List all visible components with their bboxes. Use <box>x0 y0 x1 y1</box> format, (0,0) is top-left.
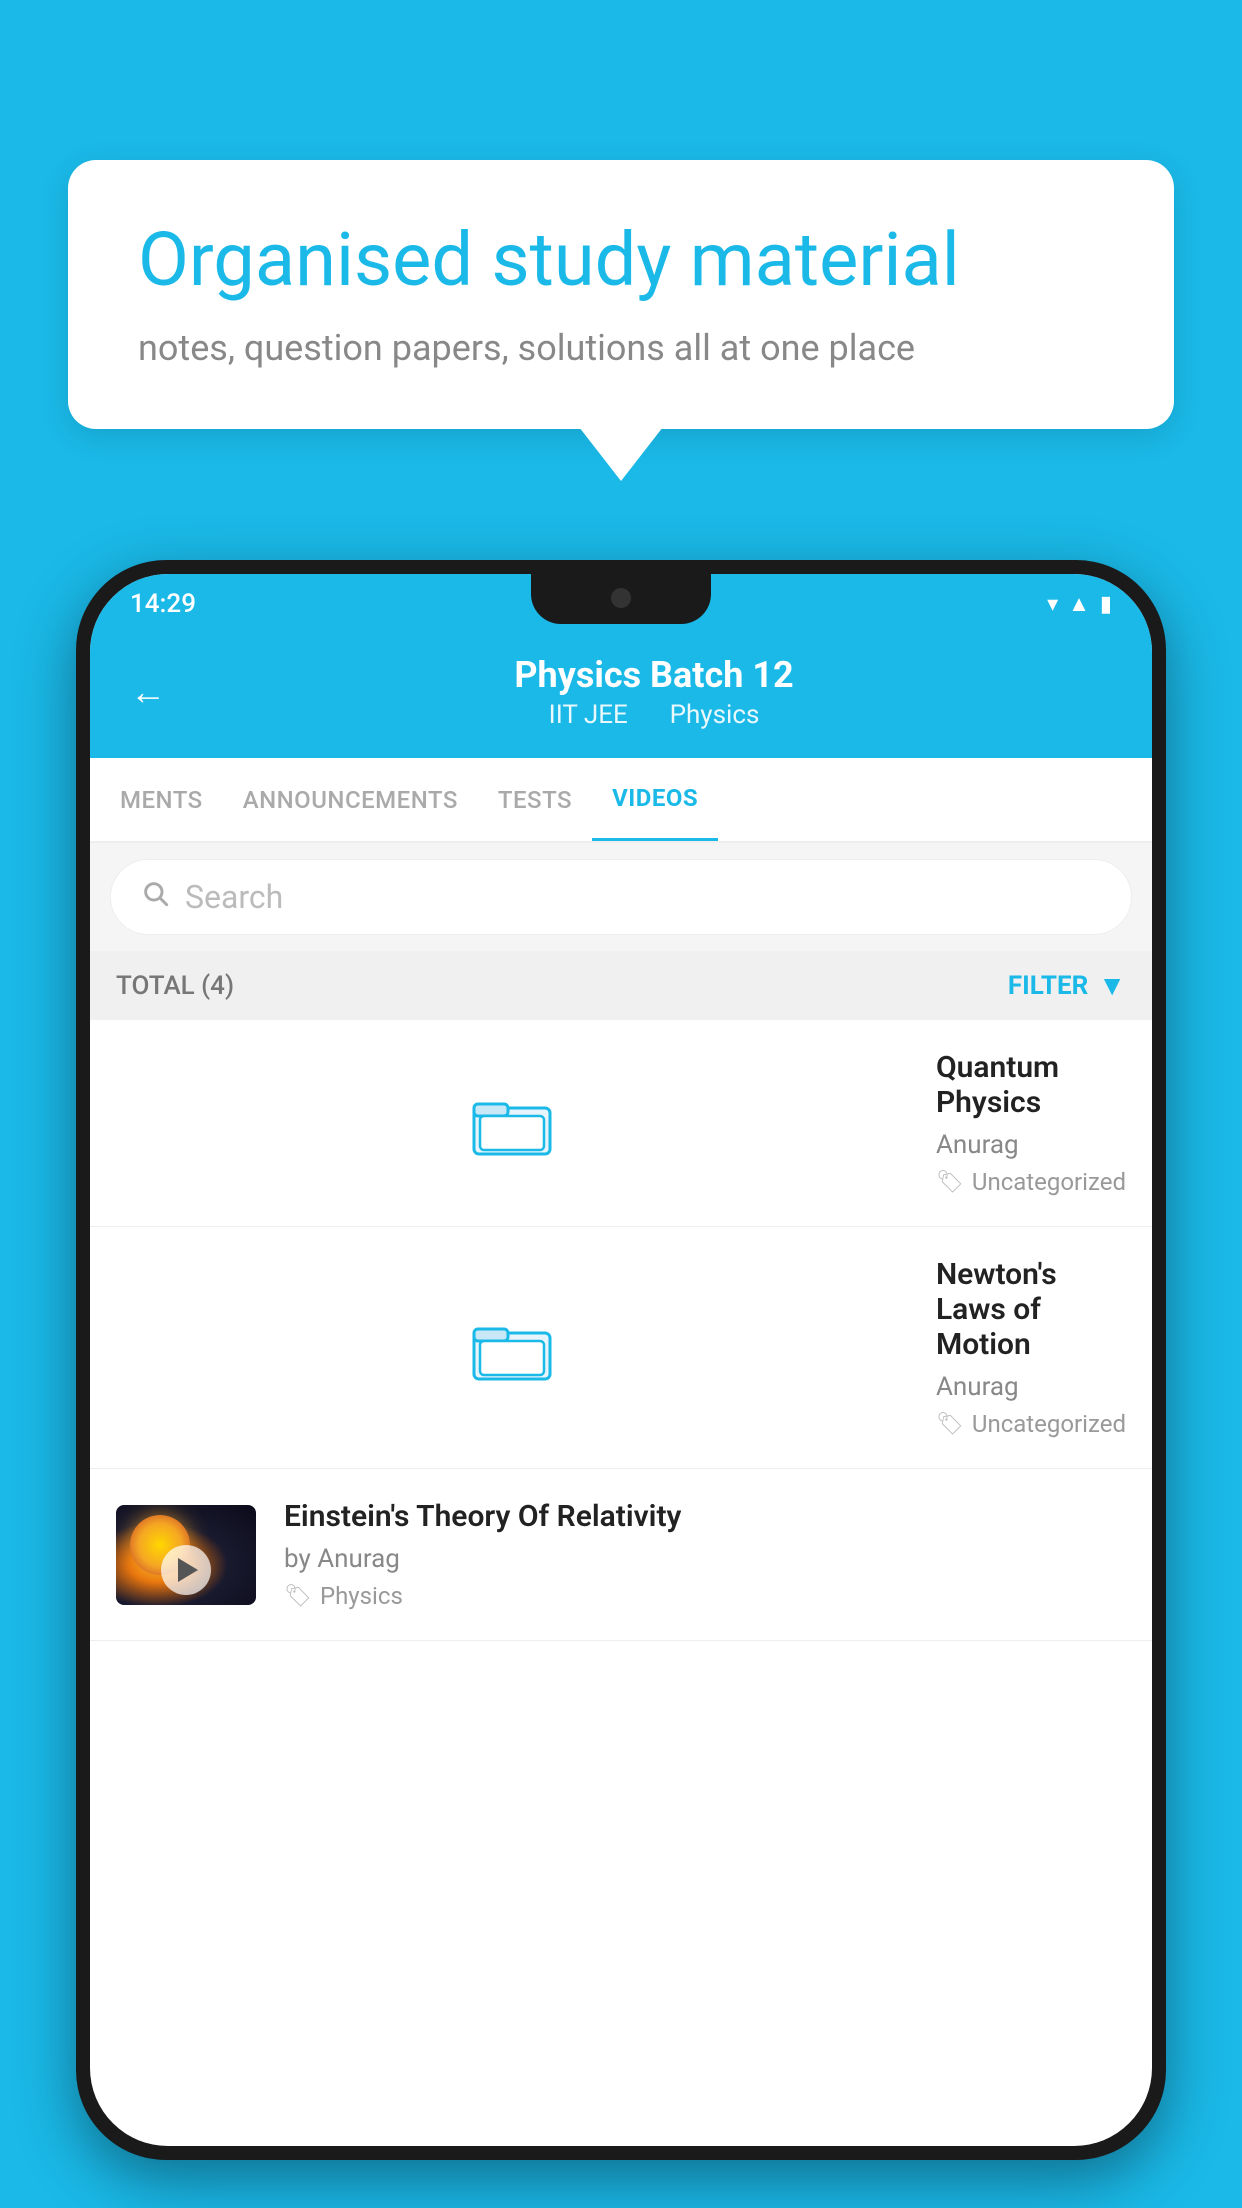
list-item[interactable]: Quantum Physics Anurag 🏷 Uncategorized <box>90 1020 1152 1227</box>
filter-button[interactable]: FILTER ▼ <box>1008 969 1126 1002</box>
tag-label-2: Uncategorized <box>972 1410 1126 1438</box>
back-button[interactable]: ← <box>130 671 166 713</box>
battery-icon: ▮ <box>1100 592 1112 617</box>
wifi-icon: ▾ <box>1047 592 1058 617</box>
tag-icon-3: 🏷 <box>284 1584 312 1609</box>
tag-icon-1: 🏷 <box>936 1170 964 1195</box>
bubble-title: Organised study material <box>138 220 1104 301</box>
tag-icon-2: 🏷 <box>936 1412 964 1437</box>
header-title: Physics Batch 12 <box>196 654 1112 696</box>
list-item[interactable]: Einstein's Theory Of Relativity by Anura… <box>90 1469 1152 1641</box>
filter-label: FILTER <box>1008 971 1088 1001</box>
status-bar: 14:29 ▾ ▲ ▮ <box>90 574 1152 634</box>
video-author-2: Anurag <box>936 1372 1126 1402</box>
video-thumbnail-1 <box>116 1083 908 1163</box>
status-time: 14:29 <box>130 589 196 619</box>
video-thumbnail-2 <box>116 1308 908 1388</box>
filter-icon: ▼ <box>1098 969 1126 1002</box>
header-subtitle: IIT JEE Physics <box>196 700 1112 730</box>
speech-bubble: Organised study material notes, question… <box>68 160 1174 429</box>
tab-tests[interactable]: TESTS <box>478 760 592 840</box>
filter-bar: TOTAL (4) FILTER ▼ <box>90 951 1152 1020</box>
search-placeholder: Search <box>185 878 283 916</box>
signal-icon: ▲ <box>1068 591 1090 617</box>
total-count: TOTAL (4) <box>116 971 234 1001</box>
header-iit: IIT JEE <box>549 700 628 730</box>
video-title-1: Quantum Physics <box>936 1050 1126 1120</box>
bubble-subtitle: notes, question papers, solutions all at… <box>138 327 1104 369</box>
video-info-3: Einstein's Theory Of Relativity by Anura… <box>284 1499 1126 1610</box>
phone-frame: 14:29 ▾ ▲ ▮ ← Physics Batch 12 IIT JEE P… <box>76 560 1166 2160</box>
tag-label-1: Uncategorized <box>972 1168 1126 1196</box>
phone-screen: 14:29 ▾ ▲ ▮ ← Physics Batch 12 IIT JEE P… <box>90 574 1152 2146</box>
video-title-2: Newton's Laws of Motion <box>936 1257 1126 1362</box>
video-author-1: Anurag <box>936 1130 1126 1160</box>
video-author-3: by Anurag <box>284 1544 1126 1574</box>
camera <box>611 588 631 608</box>
search-box[interactable]: Search <box>110 859 1132 935</box>
search-icon <box>141 879 169 915</box>
tab-ments[interactable]: MENTS <box>100 760 223 840</box>
tag-label-3: Physics <box>320 1582 403 1610</box>
tabs-bar: MENTS ANNOUNCEMENTS TESTS VIDEOS <box>90 758 1152 843</box>
video-info-1: Quantum Physics Anurag 🏷 Uncategorized <box>936 1050 1126 1196</box>
tab-announcements[interactable]: ANNOUNCEMENTS <box>223 760 478 840</box>
header-title-block: Physics Batch 12 IIT JEE Physics <box>196 654 1112 730</box>
tab-videos[interactable]: VIDEOS <box>592 758 718 841</box>
search-container: Search <box>90 843 1152 951</box>
video-tag-2: 🏷 Uncategorized <box>936 1410 1126 1438</box>
video-tag-1: 🏷 Uncategorized <box>936 1168 1126 1196</box>
video-info-2: Newton's Laws of Motion Anurag 🏷 Uncateg… <box>936 1257 1126 1438</box>
status-icons: ▾ ▲ ▮ <box>1047 591 1112 617</box>
video-list: Quantum Physics Anurag 🏷 Uncategorized <box>90 1020 1152 1641</box>
app-header: ← Physics Batch 12 IIT JEE Physics <box>90 634 1152 758</box>
header-physics: Physics <box>670 700 760 730</box>
notch <box>531 574 711 624</box>
video-tag-3: 🏷 Physics <box>284 1582 1126 1610</box>
list-item[interactable]: Newton's Laws of Motion Anurag 🏷 Uncateg… <box>90 1227 1152 1469</box>
video-title-3: Einstein's Theory Of Relativity <box>284 1499 1126 1534</box>
video-thumbnail-3 <box>116 1505 256 1605</box>
